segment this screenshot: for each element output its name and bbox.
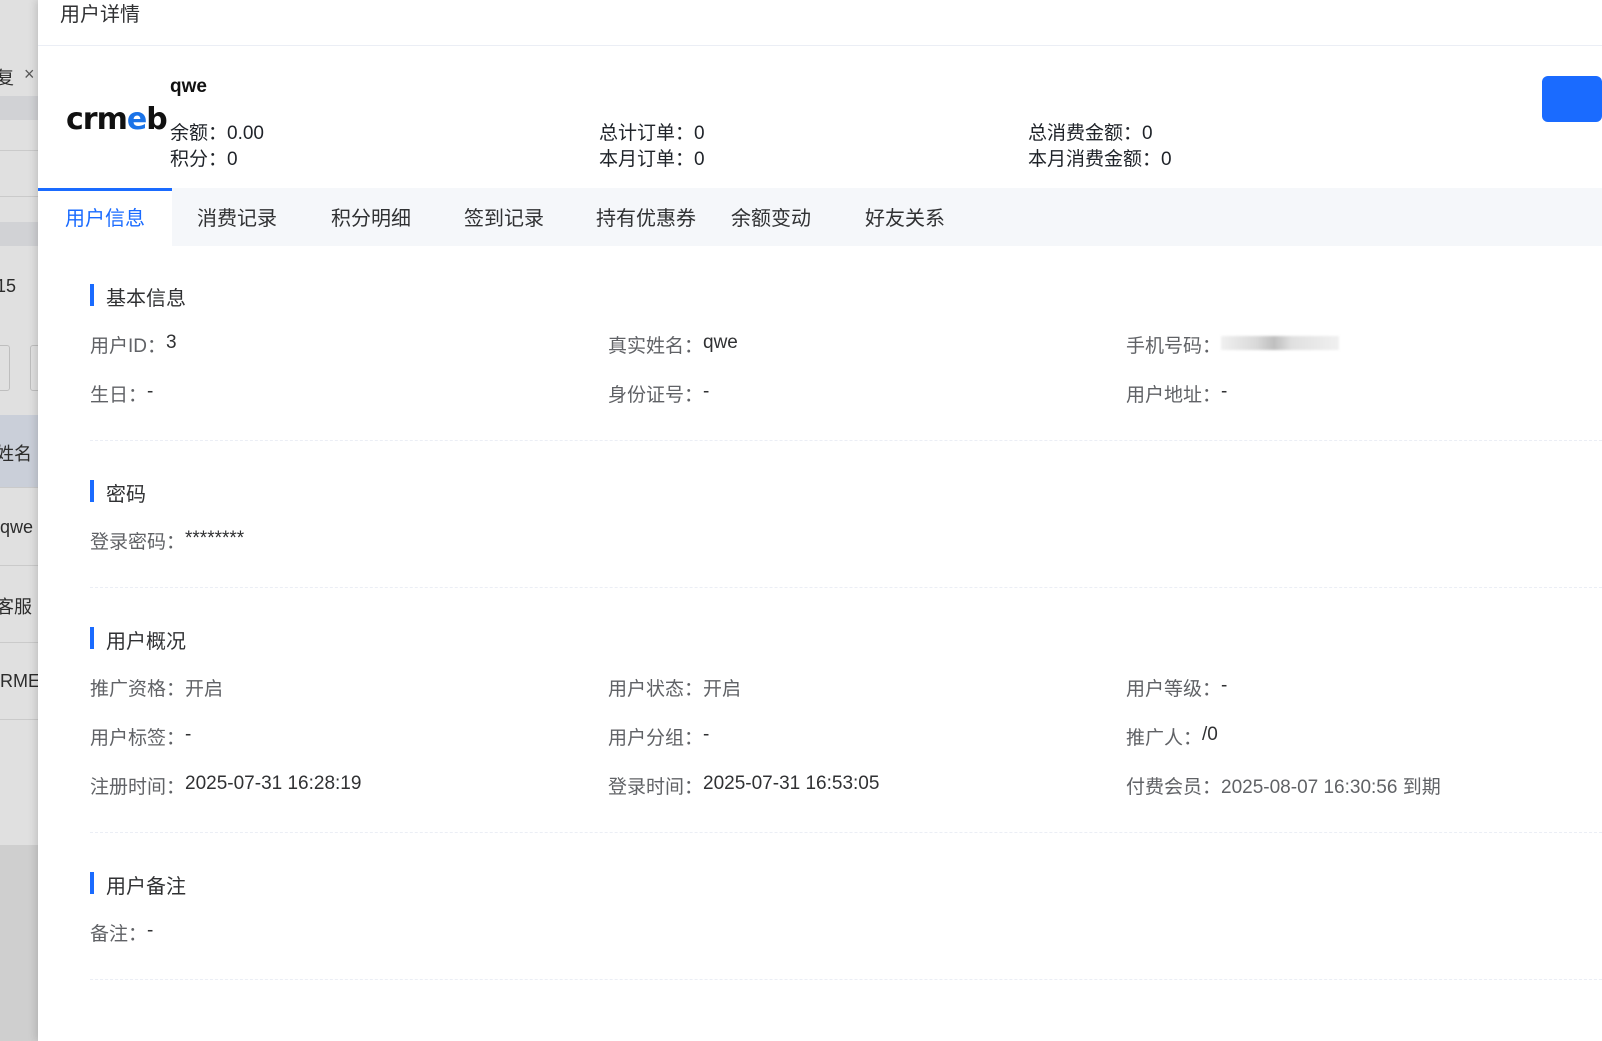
field-user-tags: 用户标签：- xyxy=(90,724,192,749)
edit-button[interactable] xyxy=(1542,76,1602,122)
tab-friend-relations[interactable]: 好友关系 xyxy=(848,188,962,246)
field-id-number: 身份证号：- xyxy=(608,381,710,406)
avatar: crmeb xyxy=(66,102,168,137)
section-title-overview: 用户概况 xyxy=(90,625,186,654)
section-divider xyxy=(90,832,1602,833)
drawer-header: 用户详情 xyxy=(38,0,1602,46)
field-user-group: 用户分组：- xyxy=(608,724,710,749)
field-phone: 手机号码： xyxy=(1126,331,1340,358)
stat-total-orders: 总计订单：0 xyxy=(599,123,705,144)
stat-month-spent: 本月消费金额：0 xyxy=(1028,149,1172,170)
tab-user-info[interactable]: 用户信息 xyxy=(38,188,172,246)
field-login-password: 登录密码：******** xyxy=(90,528,245,553)
section-divider xyxy=(90,440,1602,441)
tab-balance-changes[interactable]: 余额变动 xyxy=(714,188,828,246)
stat-month-orders: 本月订单：0 xyxy=(599,149,705,170)
detail-tabs: 用户信息 消费记录 积分明细 签到记录 持有优惠券 余额变动 好友关系 xyxy=(38,188,1602,246)
field-user-status: 用户状态：开启 xyxy=(608,679,742,700)
drawer-title: 用户详情 xyxy=(60,4,140,26)
stat-balance: 余额：0.00 xyxy=(170,123,264,144)
tab-points-details[interactable]: 积分明细 xyxy=(314,188,428,246)
user-detail-drawer: 用户详情 crmeb qwe 余额：0.00 积分：0 总计订单：0 本月订单：… xyxy=(38,0,1602,1041)
field-address: 用户地址：- xyxy=(1126,381,1228,406)
section-divider xyxy=(90,587,1602,588)
field-register-time: 注册时间：2025-07-31 16:28:19 xyxy=(90,773,362,798)
field-real-name: 真实姓名：qwe xyxy=(608,332,738,357)
tab-checkin-records[interactable]: 签到记录 xyxy=(447,188,561,246)
section-title-remark: 用户备注 xyxy=(90,870,186,899)
field-promotion-eligibility: 推广资格：开启 xyxy=(90,679,224,700)
section-divider xyxy=(90,979,1602,980)
field-promoter: 推广人：/0 xyxy=(1126,724,1218,749)
field-remark: 备注：- xyxy=(90,920,154,945)
username: qwe xyxy=(170,76,207,97)
field-birthday: 生日：- xyxy=(90,381,154,406)
tab-consumption-records[interactable]: 消费记录 xyxy=(180,188,294,246)
profile-summary: crmeb qwe 余额：0.00 积分：0 总计订单：0 本月订单：0 总消费… xyxy=(38,46,1602,190)
field-user-level: 用户等级：- xyxy=(1126,675,1228,700)
phone-masked-value xyxy=(1221,335,1340,350)
section-title-password: 密码 xyxy=(90,478,146,507)
stat-points: 积分：0 xyxy=(170,149,238,170)
section-title-basic: 基本信息 xyxy=(90,282,186,311)
stat-total-spent: 总消费金额：0 xyxy=(1028,123,1153,144)
field-login-time: 登录时间：2025-07-31 16:53:05 xyxy=(608,773,880,798)
field-user-id: 用户ID：3 xyxy=(90,332,177,357)
tab-coupons[interactable]: 持有优惠券 xyxy=(591,188,701,246)
field-paid-member: 付费会员：2025-08-07 16:30:56 到期 xyxy=(1126,777,1441,798)
